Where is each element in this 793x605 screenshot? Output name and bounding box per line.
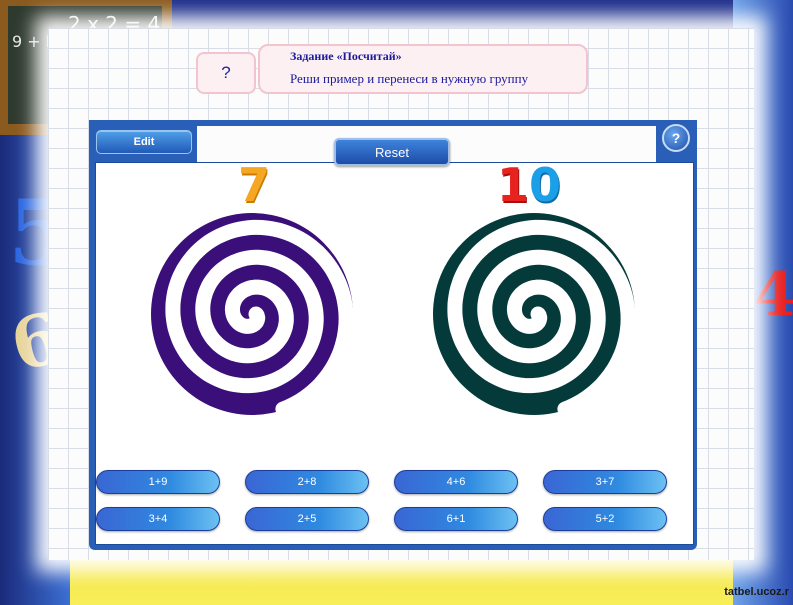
card-5-2[interactable]: 5+2: [543, 507, 667, 531]
card-6-1[interactable]: 6+1: [394, 507, 518, 531]
task-title: Задание «Посчитай»: [290, 49, 402, 63]
question-mark-icon: ?: [221, 63, 231, 82]
group-10-spiral-icon[interactable]: [432, 212, 636, 416]
help-question-box[interactable]: ?: [196, 52, 256, 94]
task-instruction: Реши пример и перенеси в нужную группу: [290, 71, 529, 86]
decorative-digit-icon: 4: [754, 260, 793, 330]
card-4-6[interactable]: 4+6: [394, 470, 518, 494]
card-2-8[interactable]: 2+8: [245, 470, 369, 494]
card-1-9[interactable]: 1+9: [96, 470, 220, 494]
help-button[interactable]: ?: [662, 124, 690, 152]
group-7-spiral-icon[interactable]: [150, 212, 354, 416]
group-7-label: 7: [238, 158, 271, 212]
reset-button[interactable]: Reset: [334, 138, 450, 166]
group-10-digit-1: 1: [497, 158, 530, 212]
task-box: Задание «Посчитай» Реши пример и перенес…: [258, 44, 588, 94]
card-3-7[interactable]: 3+7: [543, 470, 667, 494]
card-3-4[interactable]: 3+4: [96, 507, 220, 531]
edit-button[interactable]: Edit: [96, 130, 192, 154]
group-10-label: 10: [497, 162, 561, 208]
card-2-5[interactable]: 2+5: [245, 507, 369, 531]
site-watermark: tatbel.ucoz.r: [724, 586, 789, 598]
group-10-digit-0: 0: [529, 158, 562, 212]
